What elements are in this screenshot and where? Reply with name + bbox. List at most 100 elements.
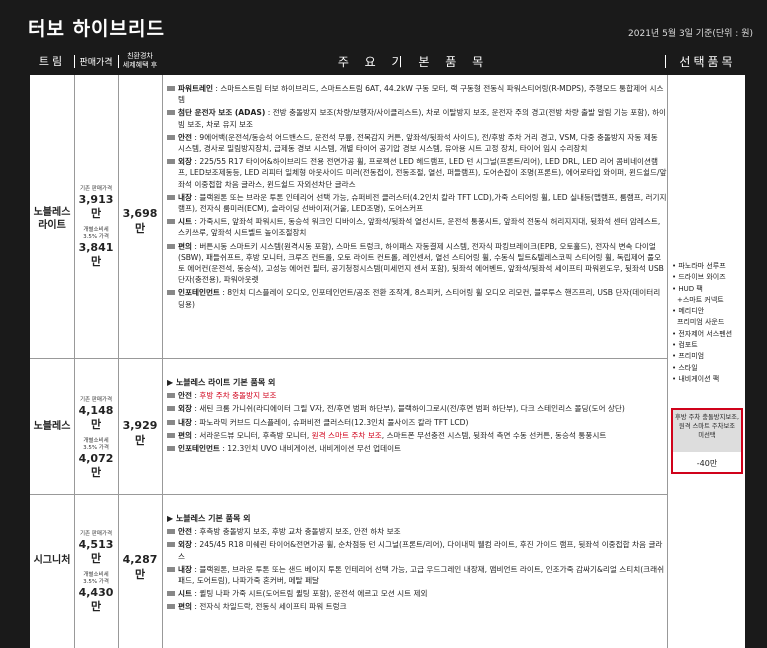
tax-label: 개별소비세 <box>83 227 109 233</box>
feature-text: : 블랙원톤, 브라운 투톤 또는 샌드 베이지 투톤 인테리어 선택 가능, … <box>178 564 665 586</box>
feature-item: 내장 : 블랙원톤, 브라운 투톤 또는 샌드 베이지 투톤 인테리어 선택 가… <box>167 564 667 586</box>
feature-list: ▶ 노블레스 기본 품목 외 안전 : 후측방 충돌방지 보조, 후방 교차 충… <box>167 513 667 615</box>
bullet-square <box>167 393 175 399</box>
feature-text: : 12.3인치 UVO 내비게이션, 내비게이션 무선 업데이트 <box>219 444 402 454</box>
option-item: • 드라이브 와이즈 <box>672 273 726 282</box>
trim-name-noblesse: 노블레스 <box>33 421 71 432</box>
column-eco-line2: 세제혜택 후 <box>122 61 158 69</box>
tax-label: 개별소비세 <box>83 572 109 578</box>
bullet-square <box>167 542 175 548</box>
option-item: • 프리미엄 <box>672 352 705 361</box>
tax-label: 3.5% 가격 <box>83 579 109 585</box>
option-deduction-line: 후방 주차 충돌방지보조, <box>675 414 739 421</box>
feature-label: 파워트레인 <box>178 84 213 93</box>
bullet-square <box>167 159 175 165</box>
base-price: 3,913만 <box>78 193 114 220</box>
row-divider <box>30 494 667 495</box>
feature-label: 외장 <box>178 157 192 167</box>
bullet-square <box>167 432 175 438</box>
trim-name-line1: 노블레스 <box>33 207 71 218</box>
trim-name-noblesse-light: 노블레스 라이트 <box>30 206 74 232</box>
option-deduction-text: 후방 주차 충돌방지보조, 원격 스마트 주차보조 미선택 <box>673 410 741 452</box>
bullet-square <box>167 290 175 296</box>
bullet-square <box>167 591 175 597</box>
feature-item: 편의 : 서라운드뷰 모니터, 후측방 모니터, 원격 스마트 주차 보조, 스… <box>167 430 667 441</box>
feature-item: 첨단 운전자 보조 (ADAS) : 전방 충돌방지 보조(차량/보행자/사이클… <box>167 107 667 129</box>
column-divider <box>74 55 75 68</box>
option-item: • 파노라마 선루프 <box>672 262 726 270</box>
feature-text: : 245/45 R18 미쉐린 타이어&전면가공 휠, 순차점등 턴 시그널(… <box>178 540 663 561</box>
bullet-square <box>167 566 175 572</box>
date-note: 2021년 5월 3일 기준(단위 : 원) <box>628 29 753 39</box>
feature-label: 편의 <box>178 241 192 251</box>
bullet-square <box>167 604 175 610</box>
feature-item: 안전 : 후방 주차 충돌방지 보조 <box>167 390 667 401</box>
bullet-square <box>167 529 175 535</box>
base-price-label: 기존 판매가격 <box>79 531 113 537</box>
section-header: ▶ 노블레스 라이트 기본 품목 외 <box>167 378 276 387</box>
option-item: • 전자제어 서스펜션 <box>672 329 733 338</box>
price-table: 노블레스 라이트 기존 판매가격 3,913만 개별소비세 3.5% 가격 3,… <box>30 75 745 648</box>
row-divider <box>30 358 667 359</box>
feature-highlight: 후방 주차 충돌방지 보조 <box>199 391 277 401</box>
feature-label: 내장 <box>178 192 192 202</box>
feature-text: : 버튼시동 스마트키 시스템(원격시동 포함), 스마트 트렁크, 하이패스 … <box>178 241 664 285</box>
feature-label: 안전 <box>178 391 192 401</box>
tax-label: 3.5% 가격 <box>83 445 109 451</box>
feature-text: , 스마트폰 무선충전 시스템, 뒷좌석 측면 수동 선커튼, 동승석 통풍시트 <box>381 430 607 440</box>
bullet-square <box>167 419 175 425</box>
eco-price: 3,698만 <box>122 207 158 235</box>
table-divider <box>667 75 668 648</box>
option-list: • 파노라마 선루프 • 드라이브 와이즈 • HUD 팩 +스마트 커넥트 •… <box>672 261 744 385</box>
feature-item: 내장 : 블랙원톤 또는 브라운 투톤 인테리어 선택 가능, 슈퍼비전 클러스… <box>167 192 667 214</box>
base-price: 4,148만 <box>78 404 114 431</box>
trim-name-line2: 라이트 <box>38 220 66 231</box>
feature-text: : 225/55 R17 타이어&하이브리드 전용 전면가공 휠, 프로젝션 L… <box>178 157 667 189</box>
bullet-square <box>167 219 175 225</box>
base-price: 4,513만 <box>78 538 114 565</box>
feature-item: 인포테인먼트 : 12.3인치 UVO 내비게이션, 내비게이션 무선 업데이트 <box>167 443 667 454</box>
eco-price: 3,929만 <box>122 419 158 447</box>
option-deduction-line: 미선택 <box>698 432 716 439</box>
option-item: +스마트 커넥트 <box>677 295 724 304</box>
column-main-features: 주 요 기 본 품 목 <box>337 54 490 69</box>
option-deduction-line: 원격 스마트 주차보조 <box>678 423 736 430</box>
feature-label: 내장 <box>178 564 192 574</box>
feature-text: : 가죽시트, 앞좌석 파워시트, 동승석 워크인 디바이스, 앞좌석/뒷좌석 … <box>178 217 661 238</box>
feature-item: 안전 : 9에어백(운전석/동승석 어드밴스드, 운전석 무릎, 전복감지 커튼… <box>167 132 667 154</box>
column-trim: 트림 <box>38 55 66 68</box>
feature-text: : 퀼팅 나파 가죽 시트(도어트림 퀼팅 포함), 운전석 에르고 모션 시트… <box>191 589 428 599</box>
feature-text: : 9에어백(운전석/동승석 어드밴스드, 운전석 무릎, 전복감지 커튼, 앞… <box>178 132 658 154</box>
feature-text: : 후측방 충돌방지 보조, 후방 교차 충돌방지 보조, 안전 하차 보조 <box>191 527 401 537</box>
section-header: ▶ 노블레스 기본 품목 외 <box>167 514 251 523</box>
feature-text: : 스마트스트림 터보 하이브리드, 스마트스트림 6AT, 44.2kW 구동… <box>178 84 664 105</box>
feature-highlight: 원격 스마트 주차 보조 <box>311 430 382 440</box>
feature-item: 파워트레인 : 스마트스트림 터보 하이브리드, 스마트스트림 6AT, 44.… <box>167 83 667 105</box>
feature-label: 시트 <box>178 217 192 227</box>
bullet-square <box>167 110 175 116</box>
column-header-bar: 트림 판매가격 친환경차 세제혜택 후 주 요 기 본 품 목 선택품목 <box>0 47 767 75</box>
bullet-square <box>167 243 175 249</box>
trim-name-signature: 시그니처 <box>33 555 71 566</box>
bullet-square <box>167 406 175 412</box>
option-deduction-box: 후방 주차 충돌방지보조, 원격 스마트 주차보조 미선택 -40만 <box>671 408 743 474</box>
feature-item: 외장 : 225/55 R17 타이어&하이브리드 전용 전면가공 휠, 프로젝… <box>167 156 667 190</box>
feature-label: 편의 <box>178 602 192 612</box>
page-header: 터보 하이브리드 2021년 5월 3일 기준(단위 : 원) <box>0 0 767 47</box>
column-options: 선택품목 <box>679 54 736 69</box>
feature-item: 시트 : 가죽시트, 앞좌석 파워시트, 동승석 워크인 디바이스, 앞좌석/뒷… <box>167 216 667 238</box>
price-block: 기존 판매가격 4,513만 개별소비세 3.5% 가격 4,430만 <box>74 531 118 614</box>
feature-label: 인포테인먼트 <box>178 288 220 298</box>
feature-text: : 서라운드뷰 모니터, 후측방 모니터, <box>191 430 312 440</box>
option-item: • 메리디안 <box>672 307 705 316</box>
feature-item: 편의 : 전자식 차일드락, 전동식 세이프티 파워 트렁크 <box>167 601 667 612</box>
column-divider <box>118 55 119 68</box>
feature-label: 시트 <box>178 589 192 599</box>
tax-label: 3.5% 가격 <box>83 234 109 240</box>
bullet-square <box>167 86 175 91</box>
tax-price: 3,841만 <box>78 241 114 268</box>
feature-label: 내장 <box>178 417 192 427</box>
price-block: 기존 판매가격 4,148만 개별소비세 3.5% 가격 4,072만 <box>74 397 118 480</box>
feature-item: 안전 : 후측방 충돌방지 보조, 후방 교차 충돌방지 보조, 안전 하차 보… <box>167 526 667 537</box>
feature-text: : 블랙원톤 또는 브라운 투톤 인테리어 선택 가능, 슈퍼비전 클러스터(4… <box>178 192 667 214</box>
